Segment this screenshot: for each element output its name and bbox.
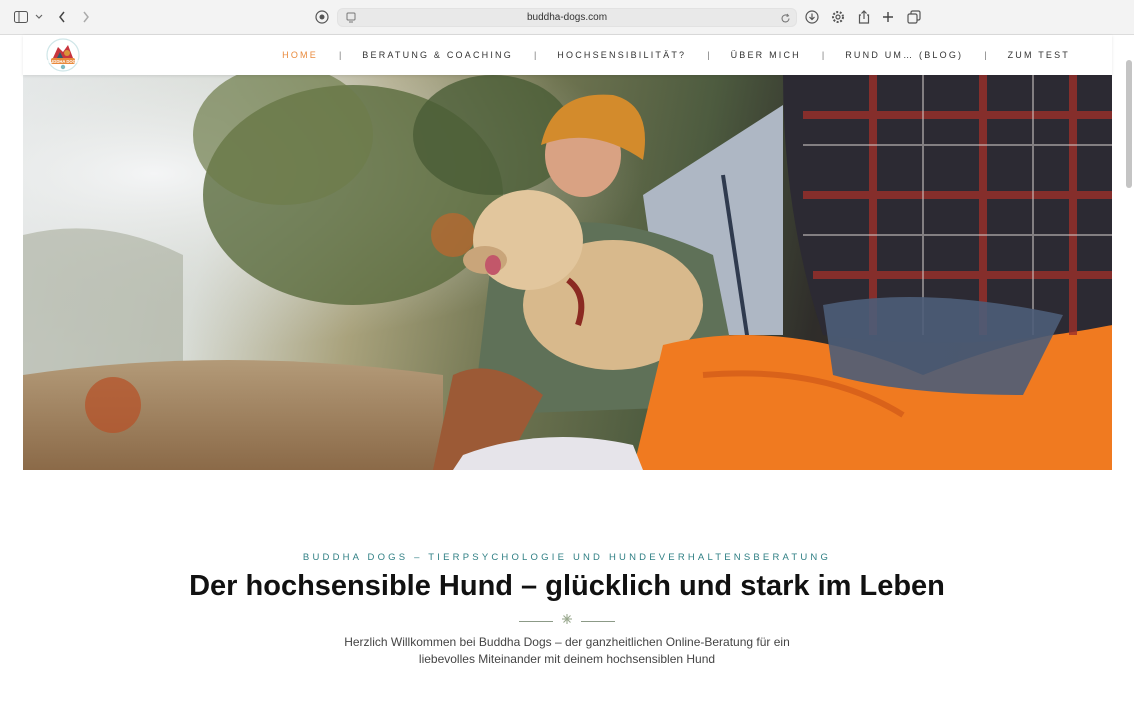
flower-icon <box>561 612 573 630</box>
plus-icon[interactable] <box>879 8 897 26</box>
page-scrollbar[interactable] <box>1126 60 1132 188</box>
chevron-down-icon[interactable] <box>30 8 48 26</box>
hero-image <box>23 75 1112 470</box>
forward-icon[interactable] <box>77 8 95 26</box>
nav-separator: | <box>533 50 537 60</box>
browser-toolbar: buddha-dogs.com <box>0 0 1134 35</box>
share-icon[interactable] <box>855 8 873 26</box>
nav-separator: | <box>984 50 987 60</box>
divider-line-left <box>519 620 553 622</box>
logo-text: BUDDHA DOGS <box>47 59 79 64</box>
nav-item-beratung-coaching[interactable]: BERATUNG & COACHING <box>362 50 513 60</box>
nav-item-hochsensibilitaet[interactable]: HOCHSENSIBILITÄT? <box>557 50 686 60</box>
address-bar[interactable]: buddha-dogs.com <box>337 8 797 27</box>
url-text: buddha-dogs.com <box>526 12 608 23</box>
nav-item-zum-test[interactable]: ZUM TEST <box>1008 50 1070 60</box>
ornament-divider <box>0 614 1134 628</box>
nav-item-blog[interactable]: RUND UM… (BLOG) <box>845 50 963 60</box>
nav-separator: | <box>338 50 342 60</box>
download-icon[interactable] <box>803 8 821 26</box>
nav-separator: | <box>821 50 825 60</box>
page-headline: Der hochsensible Hund – glücklich und st… <box>189 570 945 602</box>
site-header: BUDDHA DOGS HOME | BERATUNG & COACHING |… <box>23 35 1112 75</box>
reload-icon[interactable] <box>776 9 794 27</box>
divider-line-right <box>581 620 615 622</box>
intro-text: Herzlich Willkommen bei Buddha Dogs – de… <box>330 634 804 668</box>
tabs-icon[interactable] <box>905 8 923 26</box>
back-icon[interactable] <box>53 8 71 26</box>
nav-separator: | <box>707 50 710 60</box>
section-eyebrow: BUDDHA DOGS – TIERPSYCHOLOGIE UND HUNDEV… <box>302 552 832 563</box>
main-navigation: HOME | BERATUNG & COACHING | HOCHSENSIBI… <box>282 35 1070 75</box>
sidebar-icon[interactable] <box>12 8 30 26</box>
intro-line-1: Herzlich Willkommen bei Buddha Dogs – de… <box>344 635 790 649</box>
shield-icon[interactable] <box>313 8 331 26</box>
nav-item-home[interactable]: HOME <box>282 50 318 60</box>
buddha-dogs-logo[interactable]: BUDDHA DOGS <box>45 38 81 72</box>
intro-line-2: liebevolles Miteinander mit deinem hochs… <box>418 652 716 666</box>
hero-illustration <box>23 75 1112 470</box>
gear-icon[interactable] <box>829 8 847 26</box>
nav-item-ueber-mich[interactable]: ÜBER MICH <box>731 50 801 60</box>
